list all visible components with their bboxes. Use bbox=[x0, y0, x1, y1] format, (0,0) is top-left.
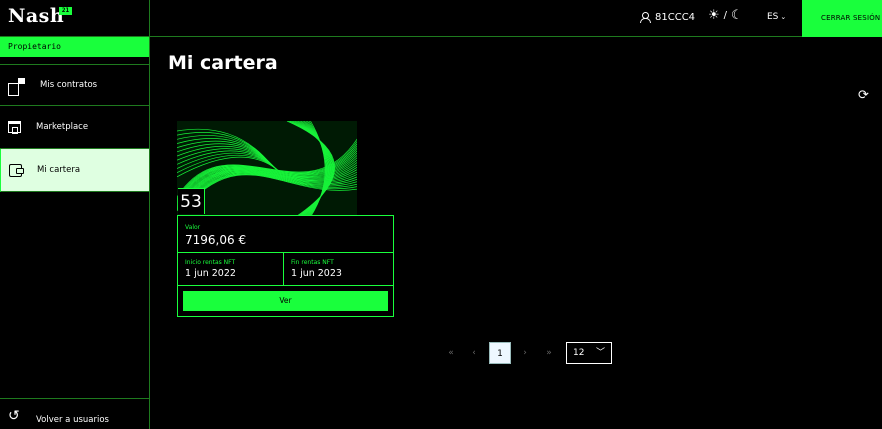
back-label: Volver a usuarios bbox=[36, 415, 109, 425]
last-page-button[interactable]: » bbox=[542, 342, 556, 364]
theme-separator: / bbox=[723, 10, 728, 21]
nft-card-body: Valor 7196,06 € Inicio rentas NFT 1 jun … bbox=[177, 215, 394, 317]
end-date-box: Fin rentas NFT 1 jun 2023 bbox=[284, 253, 393, 286]
user-account[interactable]: 81CCC4 bbox=[640, 12, 695, 23]
chevron-down-icon: ﹀ bbox=[595, 348, 605, 358]
theme-switcher: ☀ / ☾ bbox=[708, 8, 743, 23]
value-label: Valor bbox=[185, 224, 201, 231]
sun-icon[interactable]: ☀ bbox=[708, 8, 720, 23]
chevron-down-icon: ⌄ bbox=[780, 13, 787, 21]
page-title: Mi cartera bbox=[168, 52, 278, 74]
nft-number: 53 bbox=[178, 188, 205, 214]
store-icon bbox=[8, 121, 21, 134]
first-page-button[interactable]: « bbox=[444, 342, 458, 364]
sidebar-item-wallet[interactable]: Mi cartera bbox=[0, 149, 149, 192]
language-label: ES bbox=[767, 12, 779, 22]
start-date-label: Inicio rentas NFT bbox=[185, 259, 236, 266]
next-page-button[interactable]: › bbox=[519, 342, 531, 364]
contracts-icon bbox=[8, 78, 25, 96]
current-page-button[interactable]: 1 bbox=[489, 342, 511, 364]
logo-badge: 21 bbox=[59, 7, 72, 15]
nft-card: 53 Valor 7196,06 € Inicio rentas NFT 1 j… bbox=[177, 121, 394, 317]
view-button[interactable]: Ver bbox=[183, 291, 388, 311]
user-icon bbox=[640, 12, 651, 23]
user-id-text: 81CCC4 bbox=[655, 12, 696, 23]
prev-page-button[interactable]: ‹ bbox=[468, 342, 480, 364]
top-header: Nash 21 81CCC4 ☀ / ☾ ES ⌄ CERRAR SESIÓN bbox=[0, 0, 882, 37]
start-date-box: Inicio rentas NFT 1 jun 2022 bbox=[178, 253, 284, 286]
sidebar: Propietario Mis contratos Marketplace Mi… bbox=[0, 37, 150, 429]
page-size-select[interactable]: 12 ﹀ bbox=[566, 342, 612, 364]
sidebar-item-contracts[interactable]: Mis contratos bbox=[0, 64, 149, 106]
start-date-value: 1 jun 2022 bbox=[185, 268, 236, 279]
logo[interactable]: Nash bbox=[8, 5, 64, 27]
undo-icon: ↺ bbox=[8, 408, 20, 424]
sidebar-item-marketplace[interactable]: Marketplace bbox=[0, 106, 149, 149]
refresh-icon[interactable]: ⟳ bbox=[858, 88, 869, 103]
value-amount: 7196,06 € bbox=[185, 233, 247, 247]
logout-button[interactable]: CERRAR SESIÓN bbox=[802, 0, 882, 37]
end-date-value: 1 jun 2023 bbox=[291, 268, 342, 279]
sidebar-item-label: Mi cartera bbox=[37, 165, 81, 175]
value-box: Valor 7196,06 € bbox=[178, 216, 393, 253]
wallet-icon bbox=[9, 164, 24, 177]
end-date-label: Fin rentas NFT bbox=[291, 259, 334, 266]
logo-area: Nash 21 bbox=[0, 0, 150, 37]
moon-icon[interactable]: ☾ bbox=[731, 8, 743, 23]
sidebar-item-label: Mis contratos bbox=[40, 80, 98, 90]
back-to-users-link[interactable]: ↺ Volver a usuarios bbox=[0, 398, 149, 429]
sidebar-item-label: Marketplace bbox=[36, 122, 89, 132]
role-label: Propietario bbox=[0, 37, 149, 57]
page-size-value: 12 bbox=[573, 348, 585, 358]
language-selector[interactable]: ES ⌄ bbox=[767, 12, 786, 22]
